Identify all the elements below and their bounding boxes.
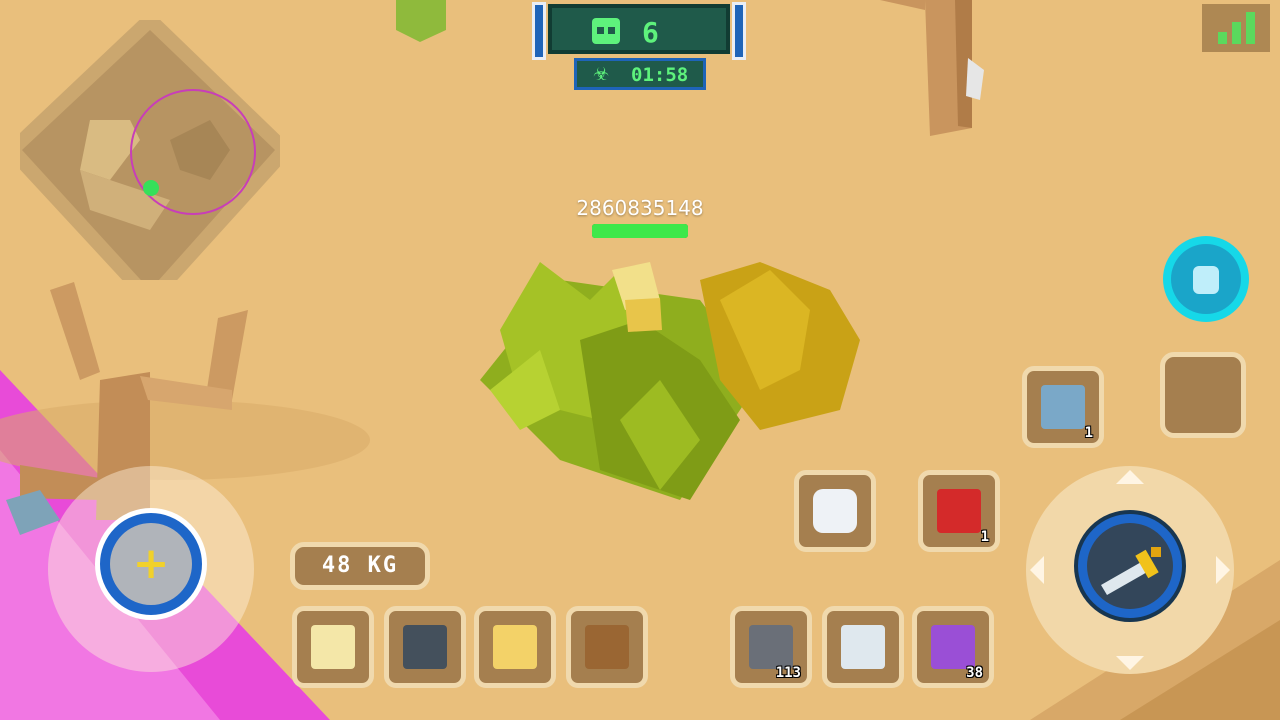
minimap-graphic: [2, 10, 295, 310]
sword-icon: [841, 625, 885, 669]
joystick-knob[interactable]: +: [95, 508, 207, 620]
pants-icon: [493, 625, 537, 669]
vest-icon: [403, 625, 447, 669]
plus-icon: +: [132, 538, 170, 589]
carry-weight: 48 KG: [321, 553, 399, 578]
ammo-count: 113: [775, 665, 801, 681]
attack-button-core: [1087, 523, 1173, 609]
backpack-icon: [1193, 266, 1219, 294]
backpack-slot[interactable]: [566, 606, 648, 688]
chat-bubble-icon: [813, 489, 857, 533]
empty-slot[interactable]: [1160, 352, 1246, 438]
skull-icon: [592, 18, 620, 44]
aim-up-arrow: [1116, 470, 1144, 484]
device-count: 1: [1084, 425, 1093, 441]
helmet-icon: [311, 625, 355, 669]
crate-icon: [585, 625, 629, 669]
players-remaining-count: 6: [642, 16, 659, 49]
pants-slot[interactable]: [474, 606, 556, 688]
player-marker: [143, 180, 159, 196]
zone-timer-panel: ☣ 01:58: [574, 58, 706, 90]
player-health-fill: [592, 224, 688, 238]
joystick-core: +: [110, 523, 192, 605]
attack-button[interactable]: [1074, 510, 1186, 622]
aim-left-arrow: [1030, 556, 1044, 584]
zone-timer: 01:58: [631, 64, 689, 86]
tablet-device-icon: [1041, 385, 1085, 429]
biohazard-icon: ☣: [593, 64, 610, 85]
backpack-button[interactable]: [1163, 236, 1249, 322]
helmet-slot[interactable]: [292, 606, 374, 688]
chat-button[interactable]: [794, 470, 876, 552]
match-status-hud: 6 ☣ 01:58: [520, 0, 760, 95]
carry-weight-badge: 48 KG: [290, 542, 430, 590]
ammo-slot[interactable]: 113: [730, 606, 812, 688]
bomb-count: 1: [980, 529, 989, 545]
device-button[interactable]: 1: [1022, 366, 1104, 448]
tnt-bomb-icon: [937, 489, 981, 533]
bomb-button[interactable]: 1: [918, 470, 1000, 552]
sword-icon: [1101, 547, 1161, 595]
aim-right-arrow: [1216, 556, 1230, 584]
backpack-button-inner: [1171, 244, 1241, 314]
aim-down-arrow: [1116, 656, 1144, 670]
gun-ammo-count: 38: [966, 665, 983, 681]
armor-slot[interactable]: [384, 606, 466, 688]
player-health-bar: [592, 224, 688, 238]
player-name-tag: 2860835148: [576, 196, 704, 220]
signal-bars-icon: [1202, 4, 1270, 52]
minimap[interactable]: [2, 10, 295, 310]
sword-slot[interactable]: [822, 606, 904, 688]
gun-slot[interactable]: 38: [912, 606, 994, 688]
ammo-icon: [749, 625, 793, 669]
purple-gun-icon: [931, 625, 975, 669]
players-remaining-panel: 6: [532, 2, 746, 60]
